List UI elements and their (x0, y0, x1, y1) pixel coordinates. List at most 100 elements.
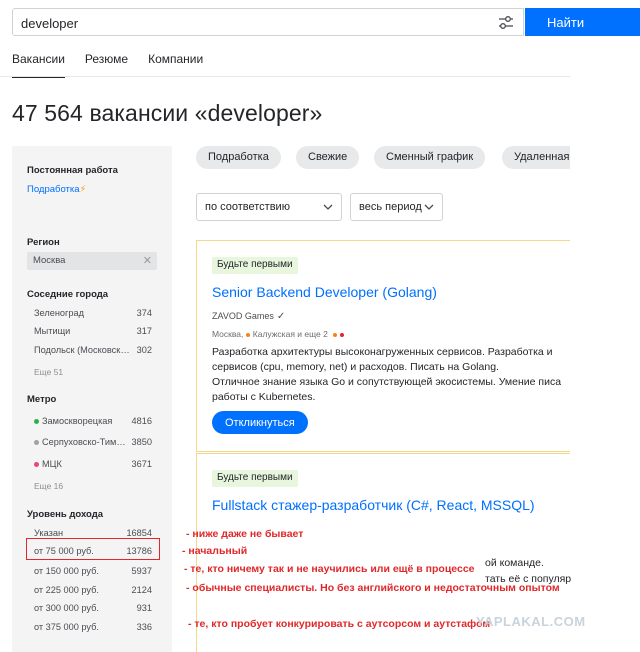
income-label: от 375 000 руб. (34, 622, 99, 632)
filters-sidebar: Постоянная работа Подработка⚡ Регион Мос… (12, 146, 172, 652)
metro-item[interactable]: МЦК 3671 (34, 459, 152, 469)
income-label: от 300 000 руб. (34, 603, 99, 613)
income-item[interactable]: от 150 000 руб. 5937 (34, 566, 152, 576)
metro-item[interactable]: Серпуховско-Тимирязевская3850 (34, 437, 152, 447)
period-value: весь период (359, 201, 422, 213)
annotation-note: - те, кто ничему так и не научились или … (184, 563, 475, 575)
income-count: 2124 (131, 585, 152, 595)
annotation-note: - начальный (182, 545, 248, 557)
metro-line-dot (34, 462, 39, 468)
nearby-city-count: 317 (136, 326, 152, 336)
region-value: Москва (33, 255, 66, 266)
chip-fresh[interactable]: Свежие (296, 146, 360, 169)
nearby-city-item[interactable]: Подольск (Московская область) 302 (34, 345, 152, 355)
region-tag[interactable]: Москва ✕ (27, 252, 157, 270)
metro-label: Замоскворецкая (42, 416, 113, 426)
chip-shift-schedule[interactable]: Сменный график (374, 146, 486, 169)
part-time-label: Подработка (27, 184, 80, 195)
city-text: Москва, (212, 329, 244, 339)
income-item[interactable]: Указан 16854 (34, 528, 152, 538)
company-name-text: ZAVOD Games (212, 311, 274, 321)
search-field-wrapper[interactable] (12, 8, 524, 36)
part-time-link[interactable]: Подработка⚡ (27, 184, 86, 195)
company-name[interactable]: ZAVOD Games ✓ (212, 311, 285, 322)
vacancy-location: Москва, Калужская и еще 2 (212, 329, 347, 339)
nearby-cities-heading: Соседние города (27, 289, 109, 300)
tab-resumes[interactable]: Резюме (85, 52, 128, 78)
vacancy-title-link[interactable]: Senior Backend Developer (Golang) (212, 284, 437, 300)
chip-remote[interactable]: Удаленная работа (502, 146, 570, 169)
income-label: от 225 000 руб. (34, 585, 99, 595)
page-title: 47 564 вакансии «developer» (12, 100, 323, 126)
search-button[interactable]: Найти (525, 8, 640, 36)
income-count: 336 (136, 622, 152, 632)
close-icon[interactable]: ✕ (143, 254, 152, 267)
watermark-text: YAPLAKAL.COM (476, 614, 586, 629)
description-line: Отличное знание языка Go и сопутствующей… (212, 376, 562, 388)
nearby-city-count: 374 (136, 308, 152, 318)
chip-part-time[interactable]: Подработка (196, 146, 281, 169)
metro-item[interactable]: Замоскворецкая 4816 (34, 416, 152, 426)
income-item[interactable]: от 225 000 руб. 2124 (34, 585, 152, 595)
tab-vacancies[interactable]: Вакансии (12, 52, 65, 78)
metro-line-dot (333, 332, 338, 337)
be-first-badge: Будьте первыми (212, 257, 298, 274)
highlight-box (26, 538, 160, 560)
income-label: Указан (34, 528, 64, 538)
quick-filter-chips: Подработка Свежие Сменный график Удаленн… (196, 146, 570, 170)
chevron-down-icon (323, 204, 333, 210)
nearby-city-item[interactable]: Зеленоград 374 (34, 308, 152, 318)
annotation-note: - ниже даже не бывает (186, 528, 304, 540)
annotation-note: - те, кто пробует конкурировать с аутсор… (188, 618, 491, 630)
nearby-city-count: 302 (136, 345, 152, 355)
income-heading: Уровень дохода (27, 509, 104, 520)
vacancy-title-link[interactable]: Fullstack стажер-разработчик (C#, React,… (212, 497, 535, 513)
metro-count: 3850 (131, 437, 152, 447)
lightning-icon: ⚡ (79, 184, 87, 195)
description-line: Разработка архитектуры высоконагруженных… (212, 346, 553, 358)
description-line: работы с Kubernetes. (212, 391, 316, 403)
income-count: 931 (136, 603, 152, 613)
region-heading: Регион (27, 237, 60, 248)
income-label: от 150 000 руб. (34, 566, 99, 576)
nearby-city-label: Мытищи (34, 326, 71, 336)
employment-heading: Постоянная работа (27, 165, 118, 176)
apply-button[interactable]: Откликнуться (212, 411, 308, 434)
sort-order-select[interactable]: по соответствию (196, 193, 342, 221)
metro-label: МЦК (42, 459, 62, 469)
vacancy-description: Разработка архитектуры высоконагруженных… (212, 345, 572, 405)
metro-line-dot (34, 440, 39, 446)
metro-heading: Метро (27, 394, 57, 405)
income-item[interactable]: от 300 000 руб. 931 (34, 603, 152, 613)
nearby-city-label: Подольск (Московская область) (34, 345, 130, 355)
filter-settings-icon[interactable] (497, 14, 515, 32)
section-tabs: Вакансии Резюме Компании (12, 52, 203, 78)
annotation-note: - обычные специалисты. Но без английског… (186, 582, 560, 594)
period-select[interactable]: весь период (350, 193, 443, 221)
chevron-down-icon (424, 204, 434, 210)
metro-count: 3671 (131, 459, 152, 469)
nearby-city-item[interactable]: Мытищи 317 (34, 326, 152, 336)
search-input[interactable] (21, 14, 491, 32)
be-first-badge: Будьте первыми (212, 470, 298, 487)
metro-more-link[interactable]: Еще 16 (34, 481, 63, 491)
verified-check-icon: ✓ (276, 311, 286, 322)
vacancy-card: Будьте первыми Senior Backend Developer … (196, 240, 570, 452)
income-count: 16854 (126, 528, 152, 538)
tabs-divider (0, 76, 570, 77)
metro-line-dot (34, 419, 39, 425)
search-bar: Найти (12, 8, 640, 36)
metro-label: Серпуховско-Тимирязевская (42, 437, 130, 447)
description-fragment: ой команде. (485, 557, 544, 569)
tab-companies[interactable]: Компании (148, 52, 203, 78)
sort-order-value: по соответствию (205, 201, 290, 213)
metro-count: 4816 (131, 416, 152, 426)
income-count: 5937 (131, 566, 152, 576)
description-line: сервисов (cpu, memory, net) и расходов. … (212, 361, 499, 373)
metro-line-dot (245, 332, 250, 337)
nearby-more-link[interactable]: Еще 51 (34, 367, 63, 377)
nearby-city-label: Зеленоград (34, 308, 84, 318)
metro-text: Калужская и еще 2 (252, 329, 328, 339)
income-item[interactable]: от 375 000 руб. 336 (34, 622, 152, 632)
metro-line-dot (340, 332, 345, 337)
